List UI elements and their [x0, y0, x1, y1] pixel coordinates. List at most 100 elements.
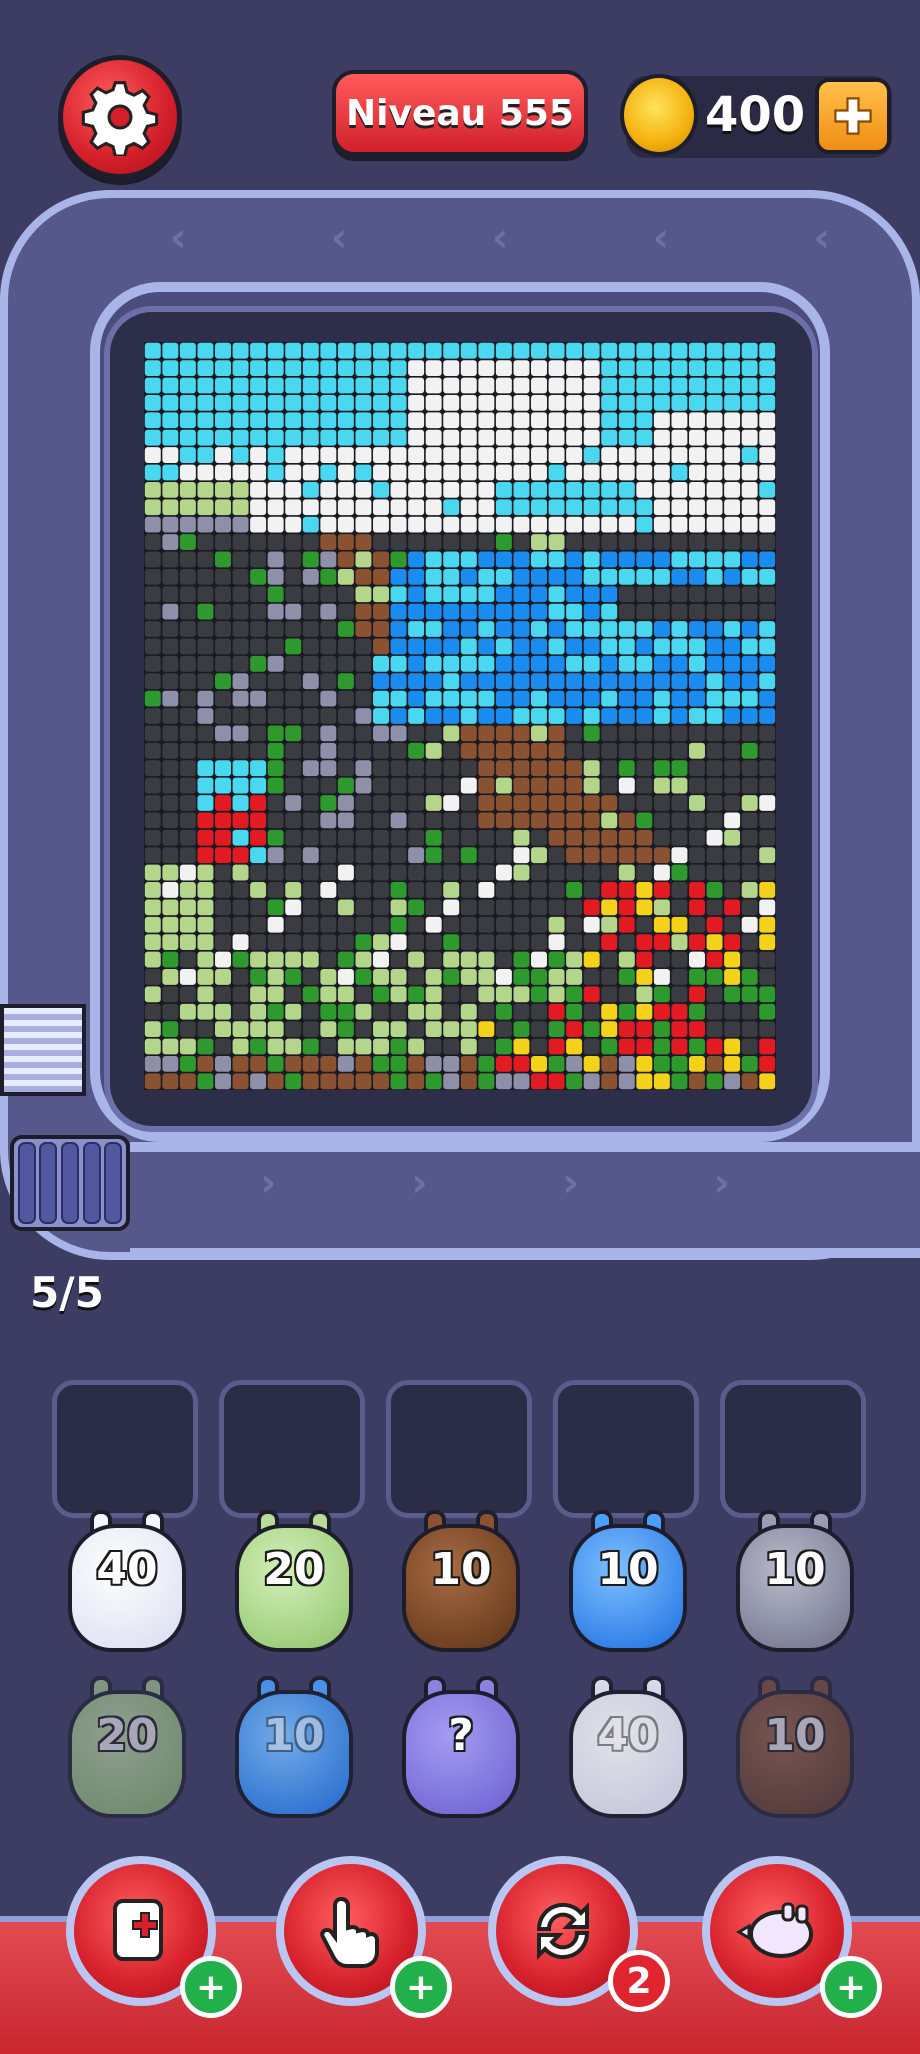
pixel-block	[337, 951, 354, 968]
pixel-block	[531, 777, 547, 794]
pig-shooter[interactable]: 10	[736, 1510, 854, 1660]
add-slot-icon	[113, 1899, 163, 1961]
pixel-block	[478, 360, 495, 376]
pixel-block	[671, 725, 688, 742]
pixel-block	[232, 464, 249, 481]
pixel-block	[215, 812, 231, 829]
pixel-block	[408, 777, 425, 794]
pixel-block	[548, 864, 565, 881]
pixel-block	[144, 360, 161, 376]
pixel-block	[390, 394, 407, 411]
pixel-block	[337, 916, 354, 933]
pixel-block	[759, 377, 776, 394]
pig-shooter[interactable]: 10	[569, 1510, 687, 1660]
pixel-block	[724, 534, 741, 550]
pixel-block	[373, 916, 389, 933]
pixel-block	[337, 377, 354, 394]
pixel-block	[337, 1003, 354, 1020]
pixel-block	[215, 829, 231, 846]
pixel-block	[302, 760, 319, 777]
pixel-block	[250, 603, 267, 620]
pixel-block	[513, 360, 530, 376]
pixel-block	[267, 1003, 284, 1020]
pixel-block	[724, 360, 741, 376]
pixel-block	[267, 464, 284, 481]
pixel-block	[460, 673, 477, 690]
pig-shooter[interactable]: 40	[68, 1510, 186, 1660]
pixel-block	[689, 847, 705, 864]
pixel-block	[179, 795, 196, 811]
pixel-block	[706, 1038, 723, 1055]
pixel-block	[513, 603, 530, 620]
pixel-block	[337, 568, 354, 585]
pixel-block	[285, 1073, 302, 1090]
pixel-block	[513, 725, 530, 742]
pixel-block	[495, 864, 512, 881]
pixel-block	[285, 655, 302, 672]
pixel-block	[425, 882, 442, 898]
pixel-block	[513, 481, 530, 498]
pixel-block	[390, 969, 407, 985]
pixel-block	[759, 690, 776, 707]
pixel-block	[267, 690, 284, 707]
pixel-block	[355, 534, 372, 550]
pixel-block	[724, 829, 741, 846]
pixel-block	[653, 708, 670, 724]
pixel-block	[373, 1003, 389, 1020]
pixel-block	[355, 708, 372, 724]
pixel-block	[513, 1073, 530, 1090]
pixel-block	[759, 342, 776, 359]
pixel-block	[601, 986, 618, 1003]
pixel-block	[741, 1038, 758, 1055]
pixel-block	[741, 777, 758, 794]
add-coins-button[interactable]	[815, 78, 891, 154]
pixel-block	[302, 1038, 319, 1055]
pig-shooter[interactable]: 10	[402, 1510, 520, 1660]
pig-shooter-queued: 10	[736, 1676, 854, 1826]
pixel-block	[618, 1038, 635, 1055]
pixel-block	[285, 412, 302, 429]
pixel-block	[250, 708, 267, 724]
pixel-block	[653, 638, 670, 655]
pixel-block	[408, 499, 425, 516]
pixel-block	[425, 568, 442, 585]
pixel-block	[601, 655, 618, 672]
pixel-block	[548, 1021, 565, 1038]
pixel-block	[197, 429, 214, 446]
pixel-block	[232, 760, 249, 777]
pixel-block	[689, 429, 705, 446]
pixel-block	[373, 655, 389, 672]
pixel-block	[689, 568, 705, 585]
pixel-block	[179, 464, 196, 481]
pixel-block	[759, 621, 776, 637]
pixel-block	[618, 342, 635, 359]
pixel-block	[618, 742, 635, 759]
pig-shooter[interactable]: 20	[235, 1510, 353, 1660]
pixel-block	[495, 690, 512, 707]
pixel-block	[162, 481, 179, 498]
pixel-block	[302, 899, 319, 916]
pixel-block	[390, 899, 407, 916]
pixel-block	[495, 673, 512, 690]
pixel-block	[495, 708, 512, 724]
pixel-block	[267, 969, 284, 985]
pixel-block	[706, 621, 723, 637]
pixel-block	[443, 969, 460, 985]
pixel-block	[531, 864, 547, 881]
pixel-block	[302, 516, 319, 533]
pixel-block	[162, 795, 179, 811]
pixel-block	[671, 342, 688, 359]
pixel-block	[408, 916, 425, 933]
settings-button[interactable]	[58, 55, 182, 179]
pixel-block	[285, 1021, 302, 1038]
pixel-block	[355, 568, 372, 585]
pixel-block	[566, 568, 583, 585]
pixel-block	[355, 812, 372, 829]
pixel-block	[741, 742, 758, 759]
pixel-block	[425, 916, 442, 933]
pixel-block	[671, 447, 688, 463]
pixel-block	[373, 986, 389, 1003]
pixel-block	[513, 1003, 530, 1020]
pixel-block	[250, 916, 267, 933]
pixel-block	[724, 481, 741, 498]
